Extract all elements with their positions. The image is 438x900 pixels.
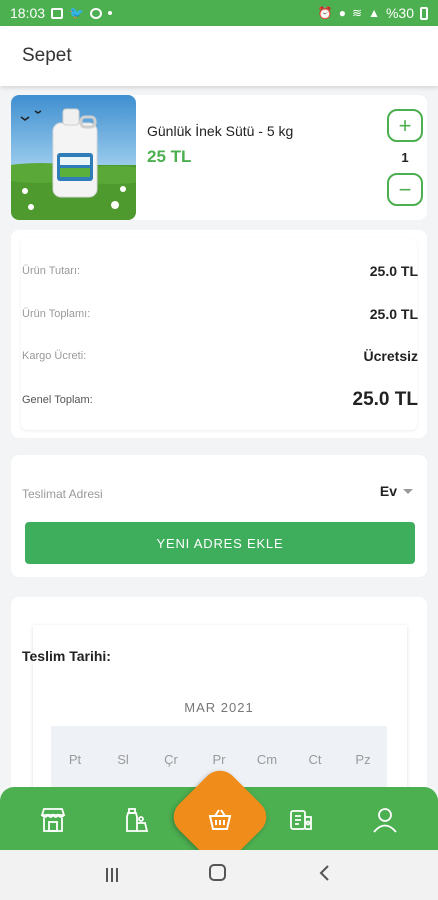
summary-label: Ürün Toplamı: xyxy=(22,308,91,320)
increase-quantity-button[interactable]: + xyxy=(387,109,423,142)
app-header: Sepet xyxy=(0,26,438,86)
address-dropdown[interactable]: Ev xyxy=(380,483,413,499)
address-selected-value: Ev xyxy=(379,483,397,499)
battery-text: %30 xyxy=(385,5,414,21)
summary-value: 25.0 TL xyxy=(369,306,418,322)
summary-label: Ürün Tutarı: xyxy=(22,265,81,277)
gallery-icon xyxy=(51,7,64,19)
page-title: Sepet xyxy=(22,45,72,66)
system-navigation-bar xyxy=(0,850,438,900)
quantity-value: 1 xyxy=(401,150,409,165)
battery-icon xyxy=(420,6,428,20)
app-icon xyxy=(90,7,102,19)
nav-store[interactable] xyxy=(36,803,70,837)
status-bar: 18:03 🐦 ⏰ ● ≋ ▲ %30 xyxy=(0,0,438,26)
grand-total-value: 25.0 TL xyxy=(352,389,418,410)
signal-icon: ▲ xyxy=(368,6,380,20)
twitter-icon: 🐦 xyxy=(69,6,84,20)
nav-products[interactable] xyxy=(118,803,152,837)
recents-button[interactable] xyxy=(105,868,118,882)
home-icon xyxy=(209,864,227,881)
product-price: 25 TL xyxy=(147,147,192,166)
decrease-quantity-button[interactable]: − xyxy=(387,173,423,206)
home-button[interactable] xyxy=(209,864,227,886)
alarm-icon: ⏰ xyxy=(317,6,333,20)
address-label: Teslimat Adresi xyxy=(22,487,103,501)
calendar-month-label: MAR 2021 xyxy=(184,700,254,715)
summary-value: Ücretsiz xyxy=(363,348,418,364)
notification-dot-icon xyxy=(108,11,112,15)
nav-cart[interactable] xyxy=(202,801,238,837)
store-icon xyxy=(40,808,66,832)
recents-icon-bar xyxy=(115,868,118,882)
product-image xyxy=(11,95,136,220)
nav-coupons[interactable] xyxy=(284,803,318,837)
recents-icon-bar xyxy=(110,868,113,882)
summary-row-item-amount: Ürün Tutarı: 25.0 TL xyxy=(22,263,418,279)
profile-icon xyxy=(373,808,397,833)
cart-item-card: Günlük İnek Sütü - 5 kg 25 TL + 1 − xyxy=(11,95,427,220)
product-name: Günlük İnek Sütü - 5 kg xyxy=(147,123,294,139)
location-icon: ● xyxy=(338,6,347,20)
back-icon xyxy=(319,864,329,881)
delivery-date-label: Teslim Tarihi: xyxy=(22,648,111,664)
summary-row-item-total: Ürün Toplamı: 25.0 TL xyxy=(22,306,418,322)
add-new-address-button[interactable]: YENI ADRES EKLE xyxy=(25,522,415,564)
status-left: 18:03 🐦 xyxy=(10,5,112,21)
coupon-icon xyxy=(290,810,312,830)
back-button[interactable] xyxy=(318,864,332,887)
farm-products-icon xyxy=(126,808,149,832)
clock: 18:03 xyxy=(10,5,46,21)
summary-label: Kargo Ücreti: xyxy=(22,350,87,362)
summary-row-shipping: Kargo Ücreti: Ücretsiz xyxy=(22,348,418,364)
summary-row-grand-total: Genel Toplam: 25.0 TL xyxy=(22,389,418,411)
basket-icon xyxy=(208,809,232,830)
summary-value: 25.0 TL xyxy=(369,263,418,279)
status-right: ⏰ ● ≋ ▲ %30 xyxy=(318,5,428,21)
nav-profile[interactable] xyxy=(368,803,402,837)
chevron-down-icon xyxy=(403,488,413,494)
wifi-icon: ≋ xyxy=(352,6,363,20)
recents-icon xyxy=(105,868,108,882)
delivery-address-card: Teslimat Adresi Ev YENI ADRES EKLE xyxy=(11,455,427,577)
summary-label: Genel Toplam: xyxy=(22,394,93,406)
